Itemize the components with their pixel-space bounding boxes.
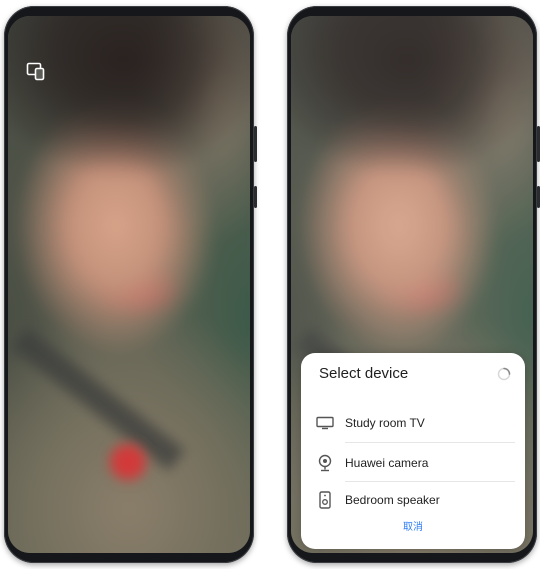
right-phone-screen: Select device Study room TV Huawei camer…	[291, 16, 533, 553]
left-phone-screen	[8, 16, 250, 553]
device-label: Study room TV	[345, 416, 425, 430]
right-phone: Select device Study room TV Huawei camer…	[287, 6, 540, 563]
camera-icon	[315, 453, 335, 473]
dialog-title: Select device	[319, 365, 409, 382]
device-item-study-room-tv[interactable]: Study room TV	[315, 404, 517, 442]
select-device-dialog: Select device Study room TV Huawei camer…	[301, 353, 525, 549]
divider	[345, 442, 515, 443]
screen-cast-icon[interactable]	[26, 62, 48, 82]
tv-icon	[315, 413, 335, 433]
photo-red-spot	[110, 444, 146, 480]
device-label: Bedroom speaker	[345, 493, 440, 507]
device-label: Huawei camera	[345, 456, 429, 470]
spinner-icon	[497, 367, 511, 381]
cancel-button[interactable]: 取消	[301, 518, 525, 533]
speaker-icon	[315, 490, 335, 510]
volume-button	[254, 126, 257, 162]
left-phone	[4, 6, 257, 563]
device-item-bedroom-speaker[interactable]: Bedroom speaker	[315, 481, 517, 519]
power-button	[254, 186, 257, 208]
device-item-huawei-camera[interactable]: Huawei camera	[315, 444, 517, 482]
